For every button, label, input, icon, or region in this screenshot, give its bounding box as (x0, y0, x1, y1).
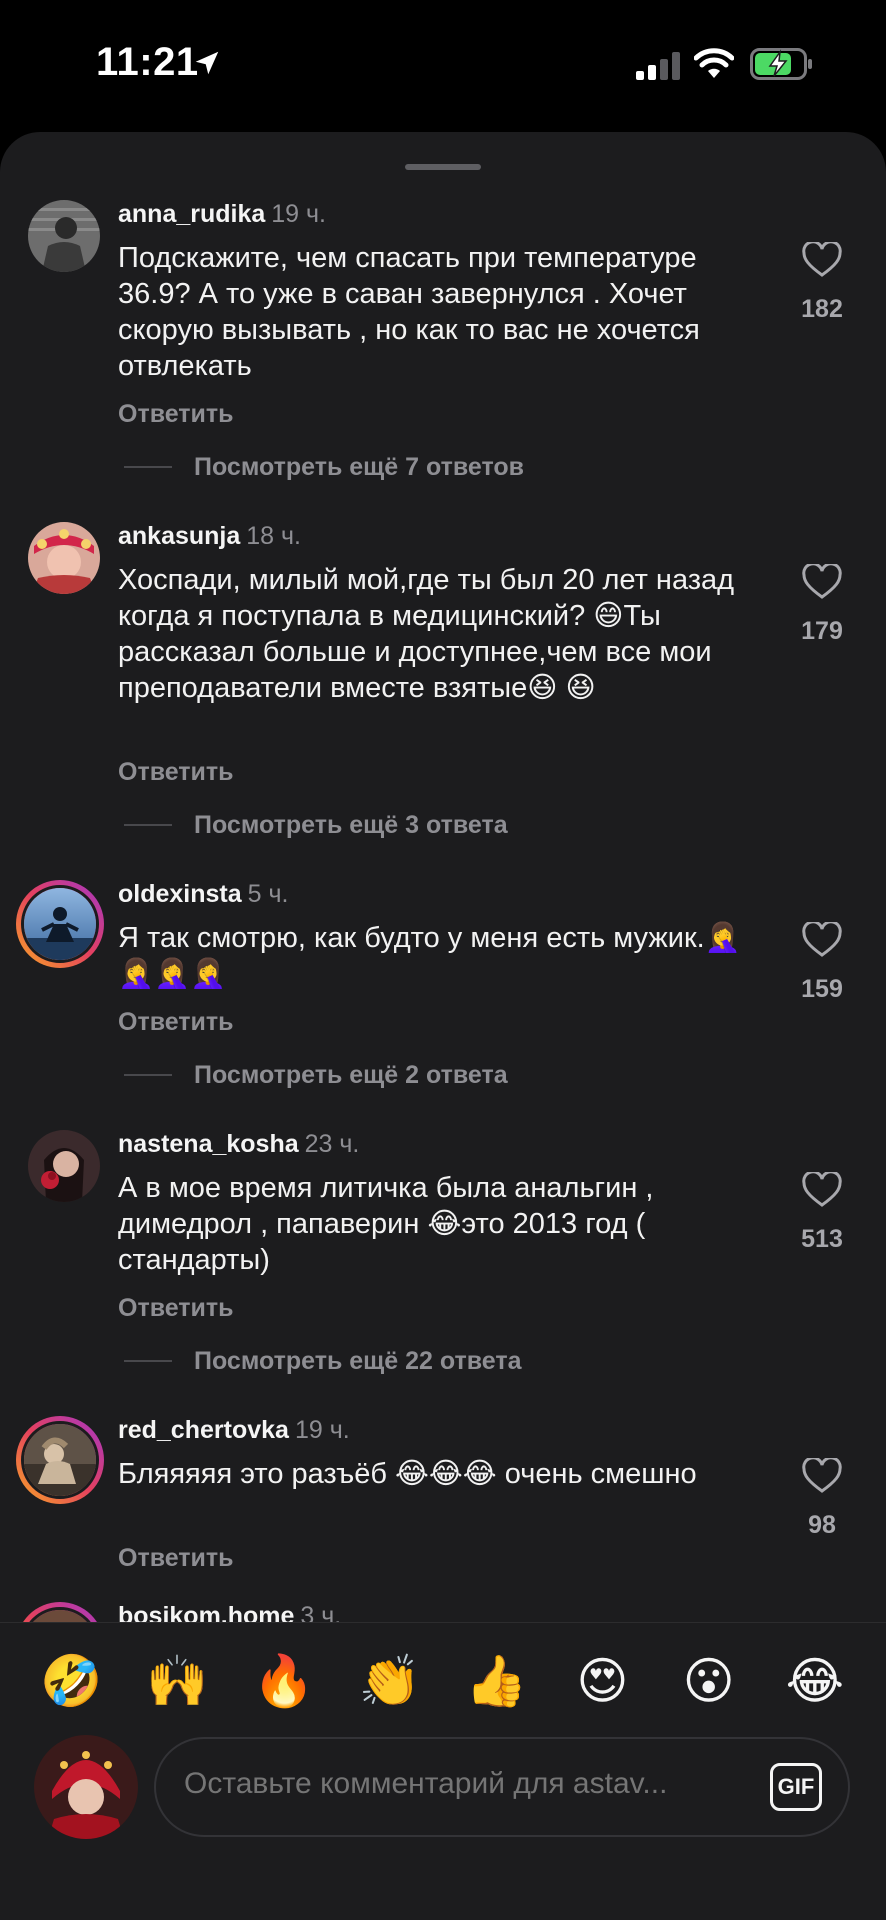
comment-text: Я так смотрю, как будто у меня есть мужи… (118, 922, 741, 990)
quick-emoji-bar: 🤣 🙌 🔥 👏 👍 😍 😮 😂 (0, 1645, 886, 1717)
comment-input[interactable] (184, 1767, 724, 1801)
comment-time: 23 ч. (304, 1130, 360, 1158)
reply-button[interactable]: Ответить (118, 1544, 234, 1573)
comment-time: 19 ч. (294, 1416, 350, 1444)
status-bar: 11:21 (0, 0, 886, 130)
location-arrow-icon (195, 51, 219, 75)
view-more-replies-label: Посмотреть ещё 3 ответа (194, 810, 508, 839)
view-more-replies[interactable]: Посмотреть ещё 7 ответов (124, 452, 524, 482)
reply-button[interactable]: Ответить (118, 1008, 234, 1037)
comment-time: 19 ч. (271, 200, 327, 228)
heart-outline-icon[interactable] (802, 564, 842, 600)
divider (124, 1074, 172, 1076)
avatar (21, 1421, 99, 1499)
divider (124, 1360, 172, 1362)
avatar[interactable] (28, 1130, 100, 1202)
comment-username[interactable]: nastena_kosha (118, 1130, 299, 1158)
emoji-rofl-button[interactable]: 🤣 (36, 1651, 106, 1711)
comment-text: Подскажите, чем спасать при температуре … (118, 242, 700, 382)
comment-username[interactable]: anna_rudika (118, 200, 265, 228)
comments-sheet: anna_rudika 19 ч. Подскажите, чем спасать… (0, 132, 886, 1920)
comment-text: Хоспади, милый мой,где ты был 20 лет наз… (118, 564, 735, 704)
avatar (21, 1607, 99, 1623)
view-more-replies[interactable]: Посмотреть ещё 2 ответа (124, 1060, 508, 1090)
gif-button[interactable]: GIF (770, 1763, 822, 1811)
like-count: 159 (801, 975, 843, 1003)
wifi-icon (694, 48, 734, 78)
comment-input-container[interactable]: GIF (154, 1737, 850, 1837)
emoji-heart-eyes-button[interactable]: 😍 (567, 1651, 637, 1711)
divider (124, 466, 172, 468)
comment-time: 5 ч. (247, 880, 289, 908)
like-count: 179 (801, 617, 843, 645)
reply-button[interactable]: Ответить (118, 1294, 234, 1323)
heart-outline-icon[interactable] (802, 1458, 842, 1494)
emoji-fire-button[interactable]: 🔥 (249, 1651, 319, 1711)
like-count: 513 (801, 1225, 843, 1253)
emoji-raised-hands-button[interactable]: 🙌 (142, 1651, 212, 1711)
comments-list[interactable]: anna_rudika 19 ч. Подскажите, чем спасать… (0, 132, 886, 1623)
status-time: 11:21 (96, 40, 199, 84)
like-count: 98 (808, 1511, 836, 1539)
view-more-replies[interactable]: Посмотреть ещё 22 ответа (124, 1346, 522, 1376)
reply-button[interactable]: Ответить (118, 400, 234, 429)
comment-username[interactable]: bosikom.home (118, 1602, 294, 1623)
comment-composer: 🤣 🙌 🔥 👏 👍 😍 😮 😂 GIF (0, 1622, 886, 1920)
emoji-surprised-button[interactable]: 😮 (674, 1651, 744, 1711)
avatar[interactable] (28, 200, 100, 272)
avatar (21, 885, 99, 963)
battery-charging-icon (750, 48, 812, 80)
heart-outline-icon[interactable] (802, 1172, 842, 1208)
comment-username[interactable]: ankasunja (118, 522, 240, 550)
cellular-signal-icon (636, 52, 680, 80)
comment-text: Бляяяяя это разъёб 😂😂😂 очень смешно (118, 1458, 697, 1490)
comment-time: 18 ч. (246, 522, 302, 550)
like-count: 182 (801, 295, 843, 323)
view-more-replies-label: Посмотреть ещё 22 ответа (194, 1346, 522, 1375)
divider (124, 824, 172, 826)
heart-outline-icon[interactable] (802, 922, 842, 958)
view-more-replies[interactable]: Посмотреть ещё 3 ответа (124, 810, 508, 840)
comment-time: 3 ч. (300, 1602, 342, 1623)
emoji-thumbs-up-button[interactable]: 👍 (461, 1651, 531, 1711)
heart-outline-icon[interactable] (802, 242, 842, 278)
current-user-avatar (34, 1735, 138, 1839)
avatar-story-ring[interactable] (16, 1416, 104, 1504)
comment-username[interactable]: oldexinsta (118, 880, 242, 908)
comment-username[interactable]: red_chertovka (118, 1416, 289, 1444)
comment-text: А в мое время литичка была анальгин , ди… (118, 1172, 654, 1276)
avatar[interactable] (28, 522, 100, 594)
reply-button[interactable]: Ответить (118, 758, 234, 787)
avatar-story-ring[interactable] (16, 1602, 104, 1623)
emoji-tears-of-joy-button[interactable]: 😂 (780, 1651, 850, 1711)
avatar-story-ring[interactable] (16, 880, 104, 968)
emoji-clap-button[interactable]: 👏 (355, 1651, 425, 1711)
view-more-replies-label: Посмотреть ещё 7 ответов (194, 452, 525, 481)
view-more-replies-label: Посмотреть ещё 2 ответа (194, 1060, 508, 1089)
